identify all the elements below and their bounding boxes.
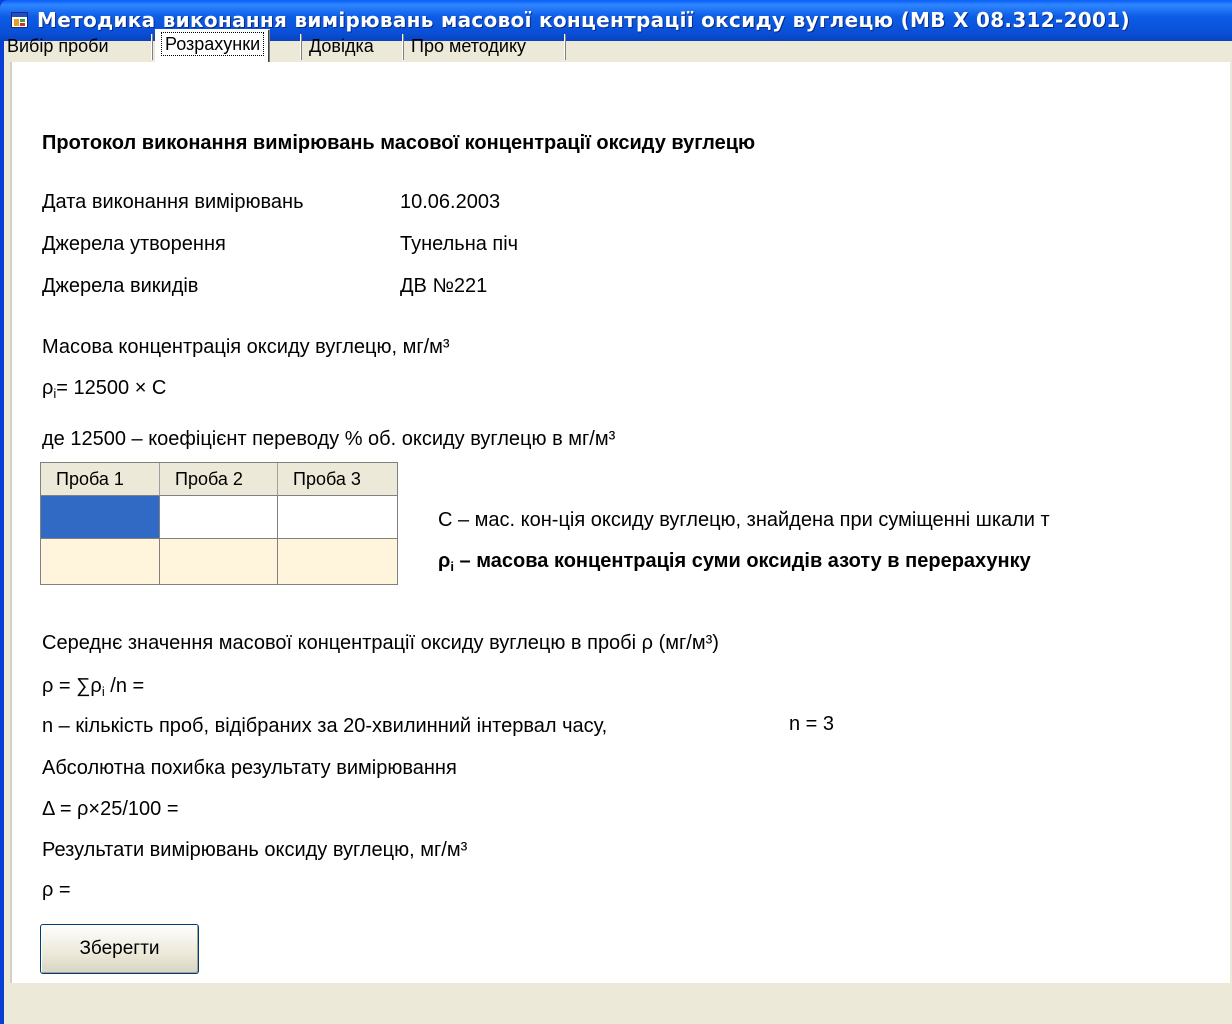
grid-cell-c-sample-1[interactable] — [41, 496, 160, 539]
n-label: n – кількість проб, відібраних за 20-хви… — [42, 715, 608, 737]
legend-rho-rest: – масова концентрація суми оксидів азоту… — [454, 550, 1031, 572]
mean-value-label: Середнє значення масової концентрації ок… — [42, 632, 719, 654]
legend-rho-i: ρi – масова концентрація суми оксидів аз… — [438, 550, 1031, 574]
tab-separator — [151, 34, 153, 60]
tab-separator — [402, 34, 404, 60]
tab-reference[interactable]: Довідка — [304, 32, 379, 61]
grid-cell-rho-sample-1[interactable] — [41, 539, 160, 584]
formula-rho-i-rest: = 12500 × С — [56, 377, 167, 399]
mean-formula-rest: /n = — [104, 675, 145, 697]
absolute-error-label: Абсолютна похибка результату вимірювання — [42, 757, 457, 779]
grid-cell-rho-sample-2[interactable] — [160, 539, 278, 584]
formula-rho-i-prefix: ρ — [42, 377, 54, 399]
samples-grid[interactable]: Проба 1 Проба 2 Проба 3 — [40, 462, 398, 585]
mean-formula-prefix: ρ = ∑ρ — [42, 675, 102, 697]
coefficient-note: де 12500 – коефіцієнт переводу % об. окс… — [42, 428, 616, 450]
tab-calculations[interactable]: Розрахунки — [155, 29, 271, 62]
results-formula: ρ = — [42, 879, 71, 901]
mass-concentration-label: Масова концентрація оксиду вуглецю, мг/м… — [42, 336, 450, 358]
results-label: Результати вимірювань оксиду вуглецю, мг… — [42, 839, 468, 861]
legend-c: С – мас. кон-ція оксиду вуглецю, знайден… — [438, 509, 1050, 531]
protocol-heading: Протокол виконання вимірювань масової ко… — [42, 132, 756, 154]
grid-header-sample-3[interactable]: Проба 3 — [278, 463, 397, 496]
legend-rho-prefix: ρ — [438, 550, 451, 572]
source-formation-value: Тунельна піч — [400, 233, 519, 255]
grid-header-sample-2[interactable]: Проба 2 — [160, 463, 278, 496]
grid-header-sample-1[interactable]: Проба 1 — [41, 463, 160, 496]
grid-cell-c-sample-2[interactable] — [160, 496, 278, 539]
grid-cell-rho-sample-3[interactable] — [278, 539, 397, 584]
tab-about-method[interactable]: Про методику — [406, 32, 531, 61]
source-formation-label: Джерела утворення — [42, 233, 226, 255]
source-emission-label: Джерела викидів — [42, 275, 199, 297]
tab-separator — [564, 34, 566, 60]
grid-cell-c-sample-3[interactable] — [278, 496, 397, 539]
app-icon[interactable] — [11, 12, 28, 28]
tab-calculations-label: Розрахунки — [161, 32, 265, 56]
absolute-error-formula: Δ = ρ×25/100 = — [42, 798, 179, 820]
formula-rho-i: ρi= 12500 × С — [42, 377, 166, 401]
date-label: Дата виконання вимірювань — [42, 191, 304, 213]
app-window: Методика виконання вимірювань масової ко… — [0, 0, 1232, 1024]
tab-sample-selection[interactable]: Вибір проби — [2, 32, 114, 61]
n-value: n = 3 — [789, 713, 835, 735]
source-emission-value: ДВ №221 — [400, 275, 488, 297]
save-button[interactable]: Зберегти — [40, 924, 199, 974]
tab-separator — [300, 34, 302, 60]
mean-formula: ρ = ∑ρi /n = — [42, 675, 144, 699]
date-value: 10.06.2003 — [400, 191, 501, 213]
